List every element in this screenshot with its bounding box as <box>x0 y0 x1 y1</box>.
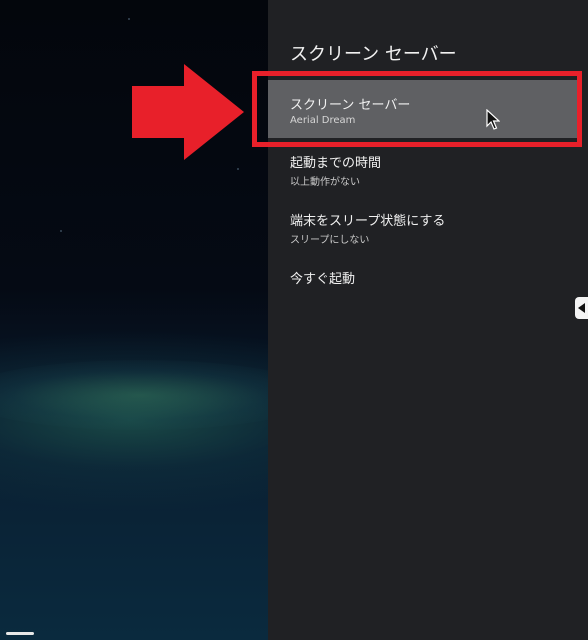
side-panel-handle[interactable] <box>575 297 588 319</box>
mouse-cursor-icon <box>486 109 500 130</box>
setting-item-title: 端末をスリープ状態にする <box>290 214 446 229</box>
setting-item-title: 起動までの時間 <box>290 156 382 171</box>
setting-item-sleep[interactable]: 端末をスリープ状態にする スリープにしない <box>268 196 582 254</box>
home-indicator-bar[interactable] <box>6 632 34 635</box>
screen: スクリーン セーバー スクリーン セーバー Aerial Dream 起動までの… <box>0 0 588 640</box>
setting-item-subtitle: Aerial Dream <box>290 115 356 126</box>
page-title: スクリーン セーバー <box>290 44 457 65</box>
star <box>60 230 62 232</box>
star <box>237 168 239 170</box>
chevron-left-icon <box>578 303 585 313</box>
setting-item-subtitle: 以上動作がない <box>290 177 360 188</box>
setting-item-start-time[interactable]: 起動までの時間 以上動作がない <box>268 138 582 196</box>
setting-item-start-now[interactable]: 今すぐ起動 <box>268 254 582 312</box>
setting-item-title: スクリーン セーバー <box>290 98 411 113</box>
setting-item-title: 今すぐ起動 <box>290 272 356 287</box>
settings-panel: スクリーン セーバー スクリーン セーバー Aerial Dream 起動までの… <box>268 0 588 640</box>
setting-item-subtitle: スリープにしない <box>290 235 370 246</box>
red-arrow-annotation-icon <box>132 64 244 160</box>
setting-item-screensaver[interactable]: スクリーン セーバー Aerial Dream <box>268 80 582 138</box>
star <box>128 18 130 20</box>
